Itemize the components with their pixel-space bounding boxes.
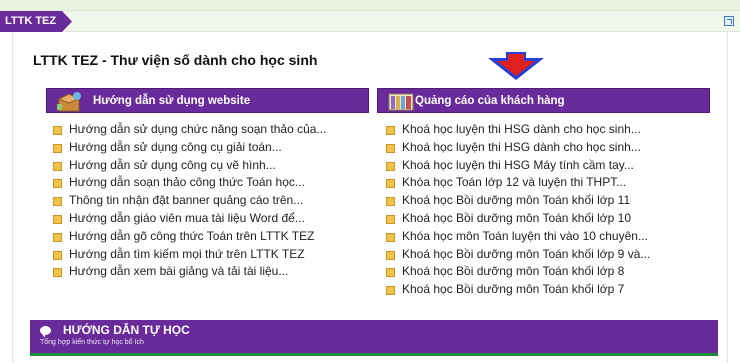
tab-bar: LTTK TEZ <box>0 10 740 32</box>
self-study-title[interactable]: HƯỚNG DẪN TỰ HỌC <box>63 323 190 337</box>
ads-link-text[interactable]: Khoá học luyện thi HSG Máy tính cầm tay.… <box>402 158 634 172</box>
ads-link-text[interactable]: Khoá học Bồi dưỡng môn Toán khối lớp 9 v… <box>402 247 650 261</box>
top-band <box>0 0 740 10</box>
ads-link-item[interactable]: Khóa học Toán lớp 12 và luyện thi THPT..… <box>386 174 650 192</box>
guide-link-text[interactable]: Hướng dẫn sử dụng công cụ vẽ hình... <box>69 158 276 172</box>
bullet-icon <box>53 197 62 207</box>
ads-link-item[interactable]: Khoá học luyện thi HSG dành cho học sinh… <box>386 139 650 157</box>
guide-link-item[interactable]: Hướng dẫn giáo viên mua tài liệu Word để… <box>53 210 326 228</box>
chat-icon <box>40 326 51 338</box>
bullet-icon <box>53 143 62 153</box>
ads-link-text[interactable]: Khóa học Toán lớp 12 và luyện thi THPT..… <box>402 175 626 189</box>
guide-link-text[interactable]: Hướng dẫn gõ công thức Toán trên LTTK TE… <box>69 229 314 243</box>
bullet-icon <box>386 232 395 242</box>
bullet-icon <box>53 161 62 171</box>
ads-box-title: Quảng cáo của khách hàng <box>415 95 565 107</box>
ads-link-item[interactable]: Khóa học môn Toán luyện thi vào 10 chuyê… <box>386 228 650 246</box>
guide-link-text[interactable]: Thông tin nhận đặt banner quảng cáo trên… <box>69 193 303 207</box>
bullet-icon <box>386 214 395 224</box>
bullet-icon <box>53 179 62 189</box>
ads-link-item[interactable]: Khoá học Bồi dưỡng môn Toán khối lớp 7 <box>386 281 650 299</box>
ads-link-item[interactable]: Khoá học Bồi dưỡng môn Toán khối lớp 11 <box>386 192 650 210</box>
bullet-icon <box>386 268 395 278</box>
guide-link-item[interactable]: Hướng dẫn gõ công thức Toán trên LTTK TE… <box>53 228 326 246</box>
books-icon <box>388 93 414 111</box>
ads-links-list: Khoá học luyện thi HSG dành cho học sinh… <box>386 121 650 299</box>
guide-link-item[interactable]: Hướng dẫn sử dụng chức năng soạn thảo củ… <box>53 121 326 139</box>
guide-link-item[interactable]: Hướng dẫn tìm kiếm mọi thứ trên LTTK TEZ <box>53 246 326 264</box>
guide-link-text[interactable]: Hướng dẫn soạn thảo công thức Toán học..… <box>69 175 305 189</box>
bullet-icon <box>386 161 395 171</box>
bullet-icon <box>53 232 62 242</box>
self-study-section-bar[interactable]: HƯỚNG DẪN TỰ HỌC Tổng hợp kiến thức tự h… <box>30 320 718 356</box>
ads-box-header: Quảng cáo của khách hàng <box>377 88 710 113</box>
ads-link-item[interactable]: Khoá học luyện thi HSG Máy tính cầm tay.… <box>386 157 650 175</box>
guide-link-text[interactable]: Hướng dẫn xem bài giảng và tải tài liệu.… <box>69 264 288 278</box>
guide-link-text[interactable]: Hướng dẫn giáo viên mua tài liệu Word để… <box>69 211 305 225</box>
bullet-icon <box>386 143 395 153</box>
guide-box-title: Hướng dẫn sử dụng website <box>93 95 251 107</box>
bullet-icon <box>386 250 395 260</box>
guide-links-list: Hướng dẫn sử dụng chức năng soạn thảo củ… <box>53 121 326 281</box>
ads-link-text[interactable]: Khoá học Bồi dưỡng môn Toán khối lớp 11 <box>402 193 630 207</box>
guide-link-text[interactable]: Hướng dẫn sử dụng công cụ giải toán... <box>69 140 282 154</box>
ads-link-text[interactable]: Khóa học môn Toán luyện thi vào 10 chuyê… <box>402 229 648 243</box>
bullet-icon <box>53 126 62 135</box>
ads-link-item[interactable]: Khoá học Bồi dưỡng môn Toán khối lớp 8 <box>386 263 650 281</box>
ads-link-text[interactable]: Khoá học luyện thi HSG dành cho học sinh… <box>402 140 641 154</box>
bullet-icon <box>53 214 62 224</box>
guide-link-item[interactable]: Hướng dẫn soạn thảo công thức Toán học..… <box>53 174 326 192</box>
bullet-icon <box>53 250 62 260</box>
guide-link-text[interactable]: Hướng dẫn sử dụng chức năng soạn thảo củ… <box>69 122 326 136</box>
ads-link-text[interactable]: Khoá học luyện thi HSG dành cho học sinh… <box>402 122 641 136</box>
expand-icon[interactable] <box>724 16 734 26</box>
guide-box-header: Hướng dẫn sử dụng website <box>46 88 369 113</box>
bullet-icon <box>386 286 395 296</box>
bullet-icon <box>386 126 395 135</box>
guide-link-item[interactable]: Hướng dẫn xem bài giảng và tải tài liệu.… <box>53 263 326 281</box>
ads-link-text[interactable]: Khoá học Bồi dưỡng môn Toán khối lớp 10 <box>402 211 631 225</box>
bullet-icon <box>386 179 395 189</box>
guide-link-text[interactable]: Hướng dẫn tìm kiếm mọi thứ trên LTTK TEZ <box>69 247 305 261</box>
guide-link-item[interactable]: Hướng dẫn sử dụng công cụ vẽ hình... <box>53 157 326 175</box>
guide-link-item[interactable]: Thông tin nhận đặt banner quảng cáo trên… <box>53 192 326 210</box>
page-title: LTTK TEZ - Thư viện số dành cho học sinh <box>33 52 318 68</box>
down-arrow-icon <box>488 52 544 80</box>
ads-link-item[interactable]: Khoá học luyện thi HSG dành cho học sinh… <box>386 121 650 139</box>
guide-link-item[interactable]: Hướng dẫn sử dụng công cụ giải toán... <box>53 139 326 157</box>
tab-lttk-tez[interactable]: LTTK TEZ <box>0 11 72 32</box>
ads-link-item[interactable]: Khoá học Bồi dưỡng môn Toán khối lớp 9 v… <box>386 246 650 264</box>
ads-link-text[interactable]: Khoá học Bồi dưỡng môn Toán khối lớp 7 <box>402 282 624 296</box>
box-icon <box>57 92 81 112</box>
bullet-icon <box>53 268 62 278</box>
self-study-subtitle: Tổng hợp kiến thức tự học bổ ích <box>40 339 144 346</box>
bullet-icon <box>386 197 395 207</box>
ads-link-item[interactable]: Khoá học Bồi dưỡng môn Toán khối lớp 10 <box>386 210 650 228</box>
ads-link-text[interactable]: Khoá học Bồi dưỡng môn Toán khối lớp 8 <box>402 264 624 278</box>
